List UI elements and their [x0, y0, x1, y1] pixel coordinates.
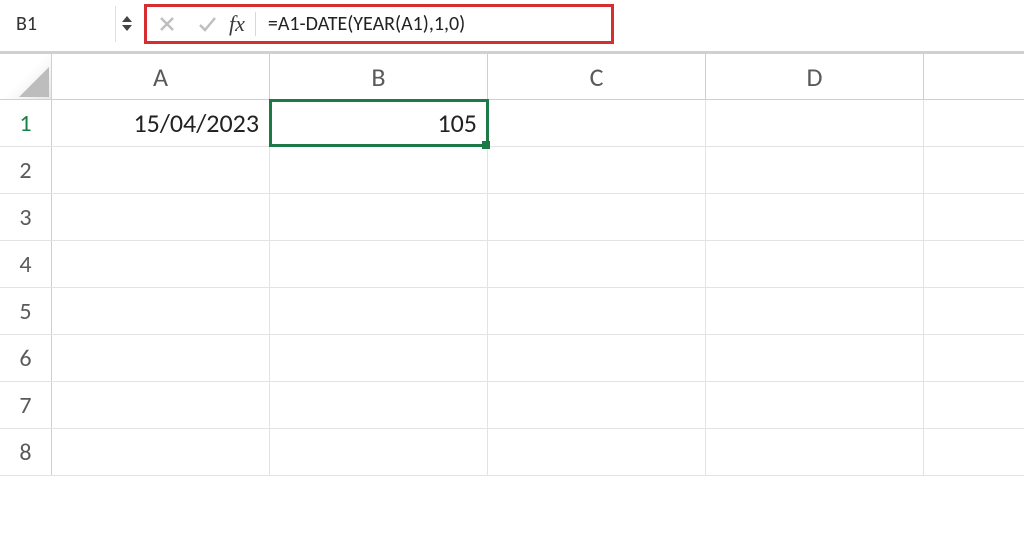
cell-D8[interactable] — [706, 429, 924, 475]
table-row: 4 — [0, 241, 1024, 288]
cell-E4[interactable] — [924, 241, 1024, 287]
cell-D1[interactable] — [706, 100, 924, 146]
name-box-stepper[interactable] — [116, 6, 138, 42]
row-header-8[interactable]: 8 — [0, 429, 52, 475]
formula-input[interactable]: =A1-DATE(YEAR(A1),1,0) — [260, 12, 465, 36]
col-header-C[interactable]: C — [488, 54, 706, 99]
cell-B3[interactable] — [270, 194, 488, 240]
enter-button[interactable] — [187, 7, 227, 41]
cell-C5[interactable] — [488, 288, 706, 334]
cell-C8[interactable] — [488, 429, 706, 475]
cell-C7[interactable] — [488, 382, 706, 428]
check-icon — [197, 14, 217, 34]
row-header-6[interactable]: 6 — [0, 335, 52, 381]
cell-E3[interactable] — [924, 194, 1024, 240]
chevron-down-icon — [122, 25, 132, 31]
cell-E7[interactable] — [924, 382, 1024, 428]
row-header-2[interactable]: 2 — [0, 147, 52, 193]
name-box-value: B1 — [16, 12, 37, 36]
row-header-5[interactable]: 5 — [0, 288, 52, 334]
cell-A3[interactable] — [52, 194, 270, 240]
formula-bar-highlight: fx =A1-DATE(YEAR(A1),1,0) — [144, 4, 614, 44]
table-row: 2 — [0, 147, 1024, 194]
cell-A6[interactable] — [52, 335, 270, 381]
select-all-corner[interactable] — [0, 54, 52, 99]
row-header-4[interactable]: 4 — [0, 241, 52, 287]
cell-C6[interactable] — [488, 335, 706, 381]
cell-B4[interactable] — [270, 241, 488, 287]
cell-D4[interactable] — [706, 241, 924, 287]
cell-B7[interactable] — [270, 382, 488, 428]
cell-D3[interactable] — [706, 194, 924, 240]
col-header-D[interactable]: D — [706, 54, 924, 99]
cell-A8[interactable] — [52, 429, 270, 475]
cell-E2[interactable] — [924, 147, 1024, 193]
fx-label[interactable]: fx — [227, 11, 251, 37]
row-header-7[interactable]: 7 — [0, 382, 52, 428]
cell-A2[interactable] — [52, 147, 270, 193]
cell-E1[interactable] — [924, 100, 1024, 146]
col-header-A[interactable]: A — [52, 54, 270, 99]
cell-A1[interactable]: 15/04/2023 — [52, 100, 270, 146]
cell-D6[interactable] — [706, 335, 924, 381]
table-row: 8 — [0, 429, 1024, 476]
cell-A4[interactable] — [52, 241, 270, 287]
cell-D5[interactable] — [706, 288, 924, 334]
cell-B2[interactable] — [270, 147, 488, 193]
name-box[interactable]: B1 — [6, 6, 116, 42]
cell-C1[interactable] — [488, 100, 706, 146]
cell-E8[interactable] — [924, 429, 1024, 475]
cell-D7[interactable] — [706, 382, 924, 428]
cancel-button[interactable] — [147, 7, 187, 41]
spreadsheet-grid: A B C D 1 15/04/2023 105 2 3 4 — [0, 54, 1024, 476]
row-header-1[interactable]: 1 — [0, 100, 52, 146]
cell-B8[interactable] — [270, 429, 488, 475]
cell-D2[interactable] — [706, 147, 924, 193]
chevron-up-icon — [122, 16, 132, 22]
formula-bar-row: B1 fx =A1-DATE(YEAR(A1),1,0) — [0, 0, 1024, 54]
x-icon — [159, 16, 175, 32]
cell-A7[interactable] — [52, 382, 270, 428]
cell-B5[interactable] — [270, 288, 488, 334]
column-headers: A B C D — [0, 54, 1024, 100]
row-header-3[interactable]: 3 — [0, 194, 52, 240]
cell-value: 15/04/2023 — [133, 107, 259, 139]
cell-value: 105 — [437, 107, 477, 139]
table-row: 5 — [0, 288, 1024, 335]
col-header-extra[interactable] — [924, 54, 1024, 99]
cell-C3[interactable] — [488, 194, 706, 240]
cell-C2[interactable] — [488, 147, 706, 193]
cell-A5[interactable] — [52, 288, 270, 334]
cell-E6[interactable] — [924, 335, 1024, 381]
cell-B6[interactable] — [270, 335, 488, 381]
table-row: 3 — [0, 194, 1024, 241]
divider — [255, 12, 256, 36]
cell-E5[interactable] — [924, 288, 1024, 334]
col-header-B[interactable]: B — [270, 54, 488, 99]
table-row: 7 — [0, 382, 1024, 429]
cell-C4[interactable] — [488, 241, 706, 287]
table-row: 6 — [0, 335, 1024, 382]
cell-B1[interactable]: 105 — [270, 100, 488, 146]
table-row: 1 15/04/2023 105 — [0, 100, 1024, 147]
